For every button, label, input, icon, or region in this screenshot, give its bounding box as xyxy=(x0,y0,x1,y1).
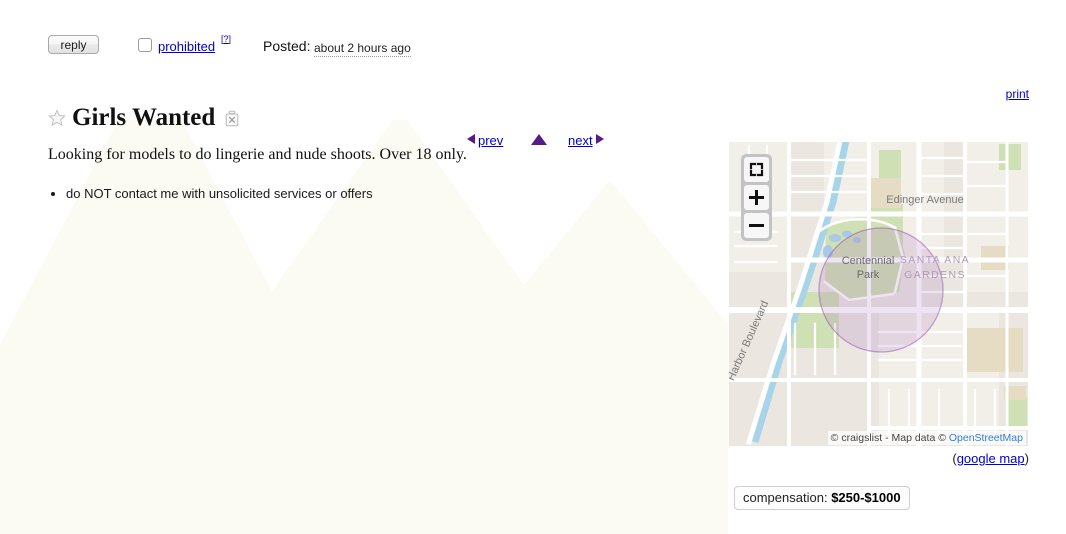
reply-button[interactable]: reply xyxy=(48,35,99,54)
map-fullscreen-button[interactable] xyxy=(744,157,769,182)
map-container[interactable]: Centennial Park SANTA ANA GARDENS . . . … xyxy=(729,142,1028,446)
print-link[interactable]: print xyxy=(1006,87,1029,101)
list-item: do NOT contact me with unsolicited servi… xyxy=(66,186,373,201)
attribute-group: compensation: $250-$1000 xyxy=(734,486,910,510)
posting-notices-list: do NOT contact me with unsolicited servi… xyxy=(48,186,373,201)
compensation-label: compensation: xyxy=(743,490,828,505)
map-zoom-out-button[interactable] xyxy=(744,213,769,238)
posted-timestamp: about 2 hours ago xyxy=(314,41,411,57)
google-map-link[interactable]: google map xyxy=(957,451,1025,466)
background-watermark xyxy=(0,120,728,534)
map-label-neighborhood-line2: GARDENS xyxy=(904,269,966,281)
posting-navigation: prev next xyxy=(0,65,1066,148)
compensation-value: $250-$1000 xyxy=(831,490,901,505)
map-attribution: © craigslist - Map data © OpenStreetMap xyxy=(827,431,1026,445)
google-map-paren-close: ) xyxy=(1024,451,1029,466)
map-label-park-line2: Park xyxy=(857,269,880,281)
compensation-attribute: compensation: $250-$1000 xyxy=(734,486,910,510)
star-icon[interactable] xyxy=(48,109,66,127)
prohibited-checkbox[interactable] xyxy=(138,38,152,52)
map-label-park-line1: Centennial xyxy=(842,255,895,267)
map-zoom-in-button[interactable] xyxy=(744,185,769,210)
posted-label: Posted: xyxy=(263,38,311,54)
google-map-line: (google map) xyxy=(952,451,1029,466)
plus-icon xyxy=(749,190,764,205)
prev-arrow-icon xyxy=(467,134,475,144)
prohibited-link[interactable]: prohibited xyxy=(158,39,215,54)
posting-title-row: Girls Wanted xyxy=(48,101,240,135)
map-controls[interactable] xyxy=(741,154,772,241)
map-label-neighborhood-line1: SANTA ANA xyxy=(900,254,970,266)
map-attribution-prefix: © craigslist - Map data © xyxy=(830,432,949,444)
posting-header-bar: reply prohibited [?] Posted: about 2 hou… xyxy=(0,0,1066,66)
minus-icon xyxy=(749,224,764,227)
map-label-edinger: Edinger Avenue xyxy=(886,194,963,206)
prohibited-help-link[interactable]: [?] xyxy=(221,34,231,44)
openstreetmap-link[interactable]: OpenStreetMap xyxy=(949,432,1023,444)
trash-icon[interactable] xyxy=(224,110,240,127)
page-title: Girls Wanted xyxy=(72,104,216,131)
prohibited-help-char: ? xyxy=(223,34,229,44)
fullscreen-icon xyxy=(749,162,764,177)
next-arrow-icon xyxy=(595,134,604,144)
posting-body-text: Looking for models to do lingerie and nu… xyxy=(48,146,467,163)
